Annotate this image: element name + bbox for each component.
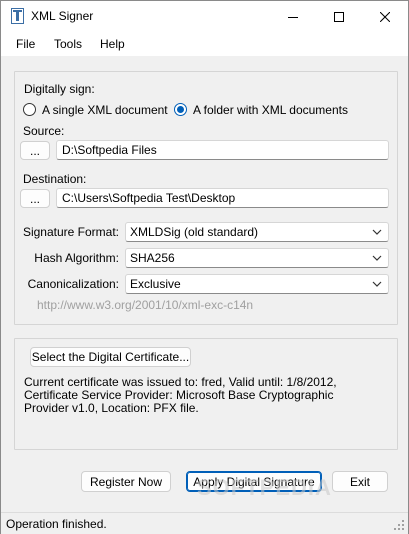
source-label: Source: <box>23 124 65 138</box>
maximize-icon <box>334 11 344 22</box>
app-window: XML Signer File Tools Help Digitally sig… <box>0 0 409 534</box>
menu-help[interactable]: Help <box>100 37 125 51</box>
hash-algorithm-select[interactable]: SHA256 <box>125 248 389 268</box>
close-button[interactable] <box>362 1 408 32</box>
signature-format-select[interactable]: XMLDSig (old standard) <box>125 222 389 242</box>
status-text: Operation finished. <box>6 517 107 531</box>
chevron-down-icon <box>372 229 382 235</box>
maximize-button[interactable] <box>316 1 362 32</box>
hash-algorithm-label: Hash Algorithm: <box>34 251 119 265</box>
chevron-down-icon <box>372 255 382 261</box>
radio-single-document[interactable] <box>23 103 36 116</box>
register-now-button[interactable]: Register Now <box>81 471 171 492</box>
softpedia-watermark: SOFTPEDIA <box>197 475 332 500</box>
canonicalization-select[interactable]: Exclusive <box>125 274 389 294</box>
source-input[interactable]: D:\Softpedia Files <box>56 140 389 160</box>
app-icon <box>11 8 24 24</box>
destination-input[interactable]: C:\Users\Softpedia Test\Desktop <box>56 188 389 208</box>
minimize-button[interactable] <box>270 1 316 32</box>
canonicalization-url-hint: http://www.w3.org/2001/10/xml-exc-c14n <box>37 298 254 312</box>
status-bar: Operation finished. <box>1 512 408 534</box>
menu-bar: File Tools Help <box>1 32 408 56</box>
minimize-icon <box>288 16 298 18</box>
destination-browse-button[interactable]: ... <box>20 189 50 208</box>
signature-format-label: Signature Format: <box>22 225 119 239</box>
certificate-info: Current certificate was issued to: fred,… <box>24 375 337 415</box>
chevron-down-icon <box>372 281 382 287</box>
close-icon <box>380 11 390 22</box>
digitally-sign-label: Digitally sign: <box>24 82 95 96</box>
hash-algorithm-value: SHA256 <box>130 251 175 265</box>
destination-label: Destination: <box>23 172 87 186</box>
window-title: XML Signer <box>31 9 94 23</box>
canonicalization-label: Canonicalization: <box>27 277 119 291</box>
menu-tools[interactable]: Tools <box>54 37 82 51</box>
menu-file[interactable]: File <box>16 37 35 51</box>
resize-grip-icon[interactable] <box>394 520 405 531</box>
radio-folder-documents-label[interactable]: A folder with XML documents <box>193 103 348 117</box>
canonicalization-value: Exclusive <box>130 277 181 291</box>
signature-format-value: XMLDSig (old standard) <box>130 225 259 239</box>
radio-single-document-label[interactable]: A single XML document <box>42 103 168 117</box>
source-browse-button[interactable]: ... <box>20 141 50 160</box>
exit-button[interactable]: Exit <box>332 471 388 492</box>
select-certificate-button[interactable]: Select the Digital Certificate... <box>30 347 191 367</box>
title-bar[interactable]: XML Signer <box>1 1 408 32</box>
radio-folder-documents[interactable] <box>174 103 187 116</box>
